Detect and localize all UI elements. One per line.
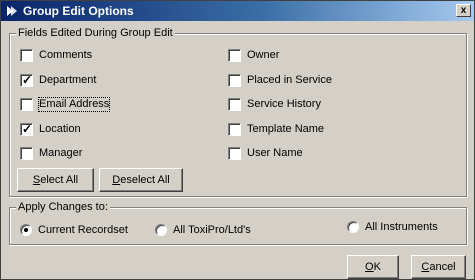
checkbox-box[interactable] (228, 49, 241, 62)
select-all-button[interactable]: Select All (17, 168, 94, 192)
checkbox-box[interactable] (20, 147, 33, 160)
checkbox-label: Placed in Service (247, 74, 332, 86)
ok-mnemonic: O (365, 261, 374, 273)
checkbox-label: Comments (39, 49, 93, 61)
checkbox-label: Owner (247, 49, 280, 61)
radio-label: All Instruments (365, 221, 438, 233)
deselect-all-label: eselect All (120, 174, 170, 186)
deselect-all-button[interactable]: Deselect All (99, 168, 183, 192)
deselect-all-mnemonic: D (112, 174, 121, 186)
apply-group-legend: Apply Changes to: (16, 201, 110, 213)
radio-circle[interactable] (155, 224, 167, 236)
checkbox-label: Location (39, 123, 81, 135)
checkbox-label: User Name (247, 147, 303, 159)
radio-circle[interactable] (347, 221, 359, 233)
cancel-label: ancel (429, 261, 456, 273)
close-button[interactable]: x (456, 4, 471, 17)
checkbox-box[interactable] (228, 74, 241, 87)
window-title: Group Edit Options (23, 4, 134, 18)
apply-changes-group: Apply Changes to: Current Recordset All … (9, 201, 467, 245)
radio-circle[interactable] (20, 224, 32, 236)
radio-dot-icon (24, 228, 28, 232)
checkbox-box[interactable] (228, 147, 241, 160)
checkbox-box[interactable] (20, 49, 33, 62)
checkbox-label: Service History (247, 98, 321, 110)
checkbox-box[interactable] (228, 98, 241, 111)
select-all-label: elect All (40, 174, 79, 186)
ok-button[interactable]: OK (347, 255, 399, 279)
checkbox-label: Manager (39, 147, 83, 159)
group-edit-options-dialog: Group Edit Options x Fields Edited Durin… (0, 0, 475, 280)
checkbox-box[interactable]: ✓ (20, 122, 33, 136)
check-mark-icon: ✓ (22, 73, 33, 87)
checkbox-label: Email Address (37, 97, 111, 112)
fields-edited-group: Fields Edited During Group Edit Comments… (9, 27, 467, 197)
fields-group-legend: Fields Edited During Group Edit (16, 27, 175, 39)
radio-label: All ToxiPro/Ltd's (173, 224, 251, 236)
check-mark-icon: ✓ (22, 122, 33, 136)
checkbox-box[interactable]: ✓ (20, 73, 33, 87)
checkbox-label: Department (39, 74, 97, 86)
checkbox-label: Template Name (247, 123, 325, 135)
checkbox-box[interactable] (20, 98, 33, 111)
ok-label: K (373, 261, 381, 273)
checkbox-box[interactable] (228, 123, 241, 136)
radio-label: Current Recordset (38, 224, 128, 236)
arrow-app-icon (7, 6, 17, 16)
title-bar[interactable]: Group Edit Options x (1, 1, 474, 21)
cancel-button[interactable]: Cancel (411, 255, 466, 279)
